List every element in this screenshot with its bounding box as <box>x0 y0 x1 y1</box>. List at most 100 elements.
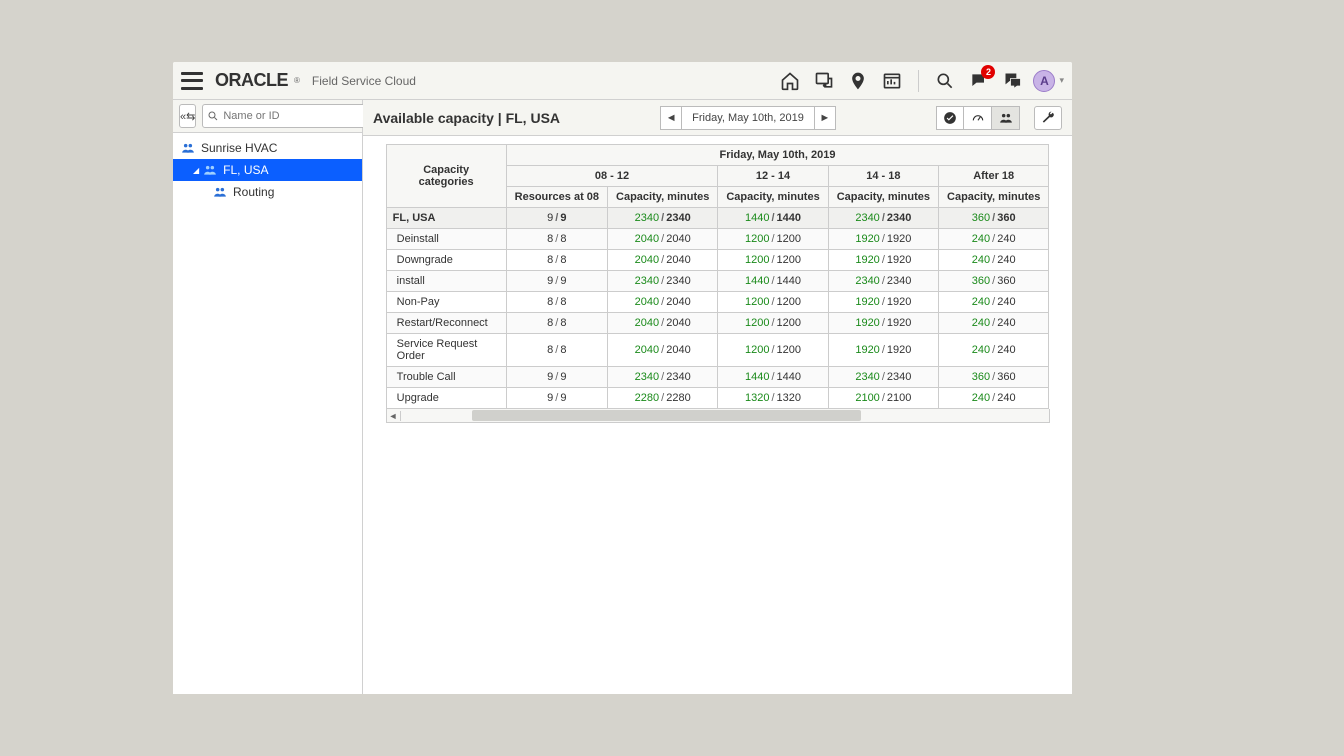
cell-capacity: 1200/1200 <box>718 313 828 334</box>
cell-capacity: 2280/2280 <box>608 388 718 409</box>
col-header-bucket: 12 - 14 <box>718 166 828 187</box>
table-row: Service Request Order8/82040/20401200/12… <box>386 334 1049 367</box>
cell-capacity: 1200/1200 <box>718 229 828 250</box>
cell-capacity: 1200/1200 <box>718 334 828 367</box>
cell-resources: 8/8 <box>506 334 607 367</box>
table-row: Downgrade8/82040/20401200/12001920/19202… <box>386 250 1049 271</box>
cell-resources: 8/8 <box>506 229 607 250</box>
support-icon[interactable] <box>810 67 838 95</box>
row-label: FL, USA <box>386 208 506 229</box>
cell-capacity: 1920/1920 <box>828 229 938 250</box>
app-screen: ORACLE ® Field Service Cloud 2 <box>173 62 1072 694</box>
sidebar-search-input[interactable] <box>223 110 365 122</box>
cell-resources: 9/9 <box>506 367 607 388</box>
cell-resources: 9/9 <box>506 208 607 229</box>
sidebar-search[interactable] <box>202 104 370 128</box>
cell-capacity: 1920/1920 <box>828 313 938 334</box>
user-menu[interactable]: A ▾ <box>1033 70 1064 92</box>
search-icon <box>207 110 219 122</box>
view-check-button[interactable] <box>936 106 964 130</box>
cell-capacity: 2340/2340 <box>608 271 718 292</box>
row-label: Downgrade <box>386 250 506 271</box>
cell-capacity: 1440/1440 <box>718 271 828 292</box>
collapse-tree-button[interactable]: «⇆ <box>179 104 196 128</box>
tree-item-label: FL, USA <box>223 163 268 177</box>
main-panel: Available capacity | FL, USA ◄ Friday, M… <box>363 100 1072 694</box>
cell-capacity: 2340/2340 <box>608 208 718 229</box>
cell-capacity: 360/360 <box>939 271 1049 292</box>
table-row: Upgrade9/92280/22801320/13202100/2100240… <box>386 388 1049 409</box>
date-prev-button[interactable]: ◄ <box>660 106 682 130</box>
cell-capacity: 1920/1920 <box>828 334 938 367</box>
tree-item-routing[interactable]: Routing <box>173 181 362 203</box>
capacity-table: Capacity categoriesFriday, May 10th, 201… <box>386 144 1050 409</box>
row-label: Non-Pay <box>386 292 506 313</box>
avatar: A <box>1033 70 1055 92</box>
horizontal-scrollbar[interactable]: ◄ <box>386 409 1050 423</box>
cell-capacity: 2040/2040 <box>608 313 718 334</box>
map-pin-icon[interactable] <box>844 67 872 95</box>
col-header-categories: Capacity categories <box>386 145 506 208</box>
table-row: install9/92340/23401440/14402340/2340360… <box>386 271 1049 292</box>
table-row: Deinstall8/82040/20401200/12001920/19202… <box>386 229 1049 250</box>
org-icon <box>203 163 217 177</box>
page-title: Available capacity | FL, USA <box>373 110 560 126</box>
cell-capacity: 360/360 <box>939 208 1049 229</box>
table-row: Non-Pay8/82040/20401200/12001920/1920240… <box>386 292 1049 313</box>
col-header-bucket: After 18 <box>939 166 1049 187</box>
date-next-button[interactable]: ► <box>814 106 836 130</box>
cell-capacity: 2040/2040 <box>608 334 718 367</box>
col-subheader-capacity: Capacity, minutes <box>608 187 718 208</box>
cell-capacity: 240/240 <box>939 250 1049 271</box>
cell-capacity: 240/240 <box>939 313 1049 334</box>
cell-capacity: 1920/1920 <box>828 250 938 271</box>
cell-capacity: 1200/1200 <box>718 292 828 313</box>
cell-resources: 8/8 <box>506 250 607 271</box>
cell-capacity: 1920/1920 <box>828 292 938 313</box>
row-label: Trouble Call <box>386 367 506 388</box>
tree-item-label: Sunrise HVAC <box>201 141 277 155</box>
chat-icon[interactable] <box>999 67 1027 95</box>
tree-item-sunrise-hvac[interactable]: Sunrise HVAC <box>173 137 362 159</box>
col-subheader-resources: Resources at 08 <box>506 187 607 208</box>
cell-capacity: 1320/1320 <box>718 388 828 409</box>
notification-badge: 2 <box>981 65 995 79</box>
tree-item-fl-usa[interactable]: ◢ FL, USA <box>173 159 362 181</box>
cell-capacity: 2340/2340 <box>828 271 938 292</box>
col-subheader-capacity: Capacity, minutes <box>939 187 1049 208</box>
cell-capacity: 2100/2100 <box>828 388 938 409</box>
cell-resources: 9/9 <box>506 271 607 292</box>
laptop-frame: ORACLE ® Field Service Cloud 2 <box>155 44 1090 694</box>
home-icon[interactable] <box>776 67 804 95</box>
table-row: Restart/Reconnect8/82040/20401200/120019… <box>386 313 1049 334</box>
routing-icon <box>213 185 227 199</box>
cell-capacity: 240/240 <box>939 292 1049 313</box>
view-people-button[interactable] <box>992 106 1020 130</box>
date-navigator: ◄ Friday, May 10th, 2019 ► <box>660 106 836 130</box>
resource-tree: Sunrise HVAC ◢ FL, USA Routing <box>173 133 362 203</box>
topbar: ORACLE ® Field Service Cloud 2 <box>173 62 1072 100</box>
scroll-left-icon[interactable]: ◄ <box>387 411 401 421</box>
row-label: Deinstall <box>386 229 506 250</box>
cell-capacity: 1440/1440 <box>718 367 828 388</box>
subheader: Available capacity | FL, USA ◄ Friday, M… <box>363 100 1072 136</box>
expand-icon: ◢ <box>193 166 199 175</box>
menu-icon[interactable] <box>181 72 203 90</box>
search-icon[interactable] <box>931 67 959 95</box>
cell-capacity: 240/240 <box>939 388 1049 409</box>
col-header-date: Friday, May 10th, 2019 <box>506 145 1049 166</box>
notifications-icon[interactable]: 2 <box>965 67 993 95</box>
settings-button[interactable] <box>1034 106 1062 130</box>
view-gauge-button[interactable] <box>964 106 992 130</box>
cell-capacity: 2340/2340 <box>828 367 938 388</box>
cell-capacity: 240/240 <box>939 334 1049 367</box>
date-label-button[interactable]: Friday, May 10th, 2019 <box>682 106 814 130</box>
table-row: Trouble Call9/92340/23401440/14402340/23… <box>386 367 1049 388</box>
dashboard-icon[interactable] <box>878 67 906 95</box>
row-label: Service Request Order <box>386 334 506 367</box>
product-name: Field Service Cloud <box>312 74 416 88</box>
cell-capacity: 1440/1440 <box>718 208 828 229</box>
cell-capacity: 2040/2040 <box>608 229 718 250</box>
table-row: FL, USA9/92340/23401440/14402340/2340360… <box>386 208 1049 229</box>
cell-capacity: 1200/1200 <box>718 250 828 271</box>
